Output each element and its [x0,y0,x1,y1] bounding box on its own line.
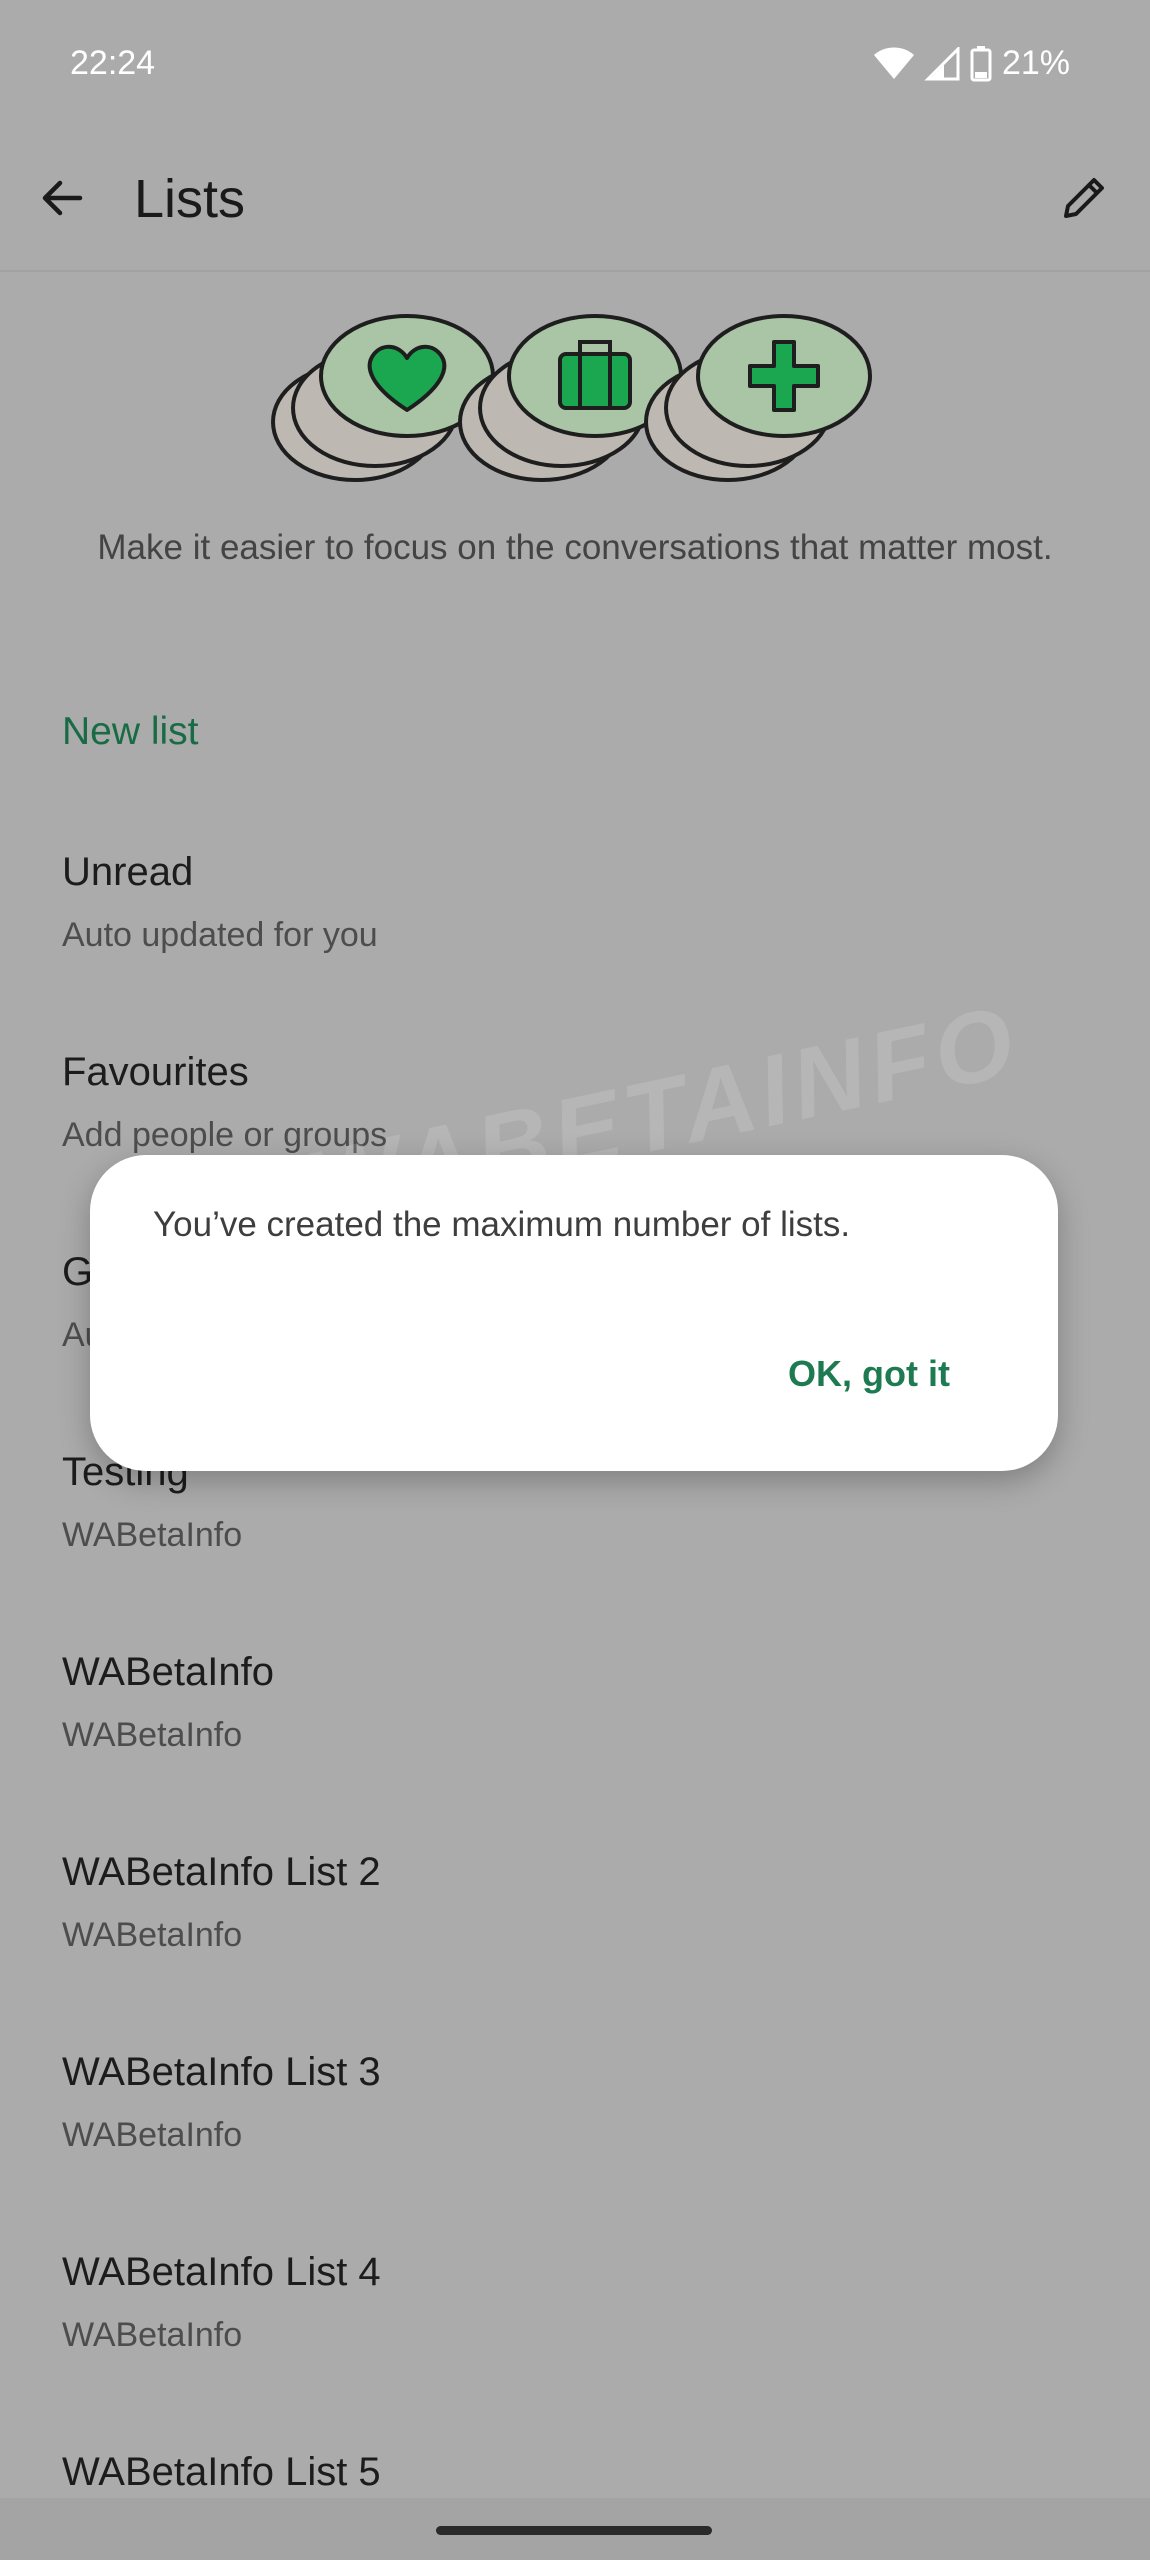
list-item-testing[interactable]: Testing WABetaInfo [62,1450,1062,1620]
ok-got-it-button[interactable]: OK, got it [788,1353,950,1395]
list-item-wabetainfo-list-4[interactable]: WABetaInfo List 4 WABetaInfo [62,2250,1062,2420]
list-item-title: Favourites [62,1050,249,1094]
status-icons: 21% [873,44,1070,83]
signal-icon [924,46,960,80]
status-bar: 22:24 21% [0,0,1150,130]
list-item-subtitle: WABetaInfo [62,2316,243,2354]
list-item-unread[interactable]: Unread Auto updated for you [62,850,1062,1020]
list-item-title: WABetaInfo List 2 [62,1850,381,1894]
arrow-left-icon[interactable] [36,172,88,224]
lists-illustration [271,314,872,482]
list-item-title: WABetaInfo List 4 [62,2250,381,2294]
list-item-wabetainfo-list-3[interactable]: WABetaInfo List 3 WABetaInfo [62,2050,1062,2220]
list-item-title: Unread [62,850,194,894]
list-item-subtitle: WABetaInfo [62,2116,243,2154]
list-item-subtitle: WABetaInfo [62,1916,243,1954]
list-item-title: WABetaInfo List 5 [62,2450,381,2494]
list-item-subtitle: Auto updated for you [62,916,378,954]
list-item-subtitle: WABetaInfo [62,1516,243,1554]
list-item-title: G [62,1250,94,1294]
battery-percent: 21% [1001,44,1070,82]
lists-screen: 22:24 21% Lists Make it easier to focus … [0,0,1150,2560]
status-time: 22:24 [70,44,156,82]
list-item-wabetainfo[interactable]: WABetaInfo WABetaInfo [62,1650,1062,1820]
navigation-bar [0,2498,1150,2560]
dialog-message: You’ve created the maximum number of lis… [153,1205,851,1244]
page-title: Lists [134,169,246,229]
wifi-icon [873,47,914,79]
pencil-icon[interactable] [1058,172,1110,224]
list-item-title: WABetaInfo List 3 [62,2050,381,2094]
home-gesture-handle[interactable] [436,2526,712,2535]
list-item-wabetainfo-list-2[interactable]: WABetaInfo List 2 WABetaInfo [62,1850,1062,2020]
max-lists-dialog: You’ve created the maximum number of lis… [90,1155,1058,1471]
battery-icon [970,45,992,81]
list-item-subtitle: WABetaInfo [62,1716,243,1754]
lists-description: Make it easier to focus on the conversat… [97,528,1053,567]
list-item-title: WABetaInfo [62,1650,274,1694]
app-bar: Lists [0,140,1150,272]
new-list-button[interactable]: New list [62,710,199,754]
